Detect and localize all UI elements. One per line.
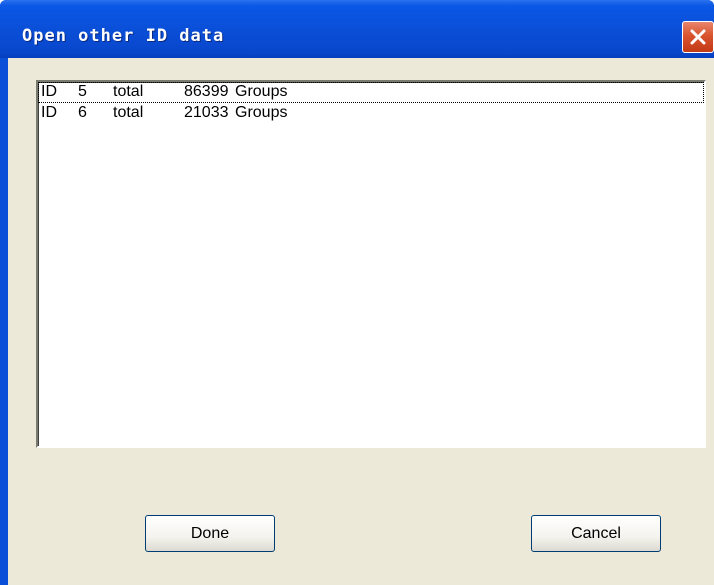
id-value: 6 [78, 104, 87, 121]
cancel-button[interactable]: Cancel [531, 515, 661, 552]
id-label: ID [41, 83, 57, 100]
close-icon [690, 29, 706, 45]
id-data-listbox[interactable]: ID 5 total 86399 Groups ID 6 total 21033… [36, 80, 706, 448]
group-unit: Groups [235, 83, 288, 100]
title-bar[interactable]: Open other ID data [0, 0, 714, 58]
list-item[interactable]: ID 6 total 21033 Groups [38, 103, 704, 124]
dialog-window: Open other ID data ID 5 total 86399 Grou… [0, 0, 714, 585]
id-value: 5 [78, 83, 87, 100]
group-count: 86399 [184, 83, 229, 100]
id-label: ID [41, 104, 57, 121]
done-button[interactable]: Done [145, 515, 275, 552]
close-button[interactable] [682, 21, 714, 53]
total-label: total [113, 104, 144, 121]
total-label: total [113, 83, 144, 100]
dialog-body: ID 5 total 86399 Groups ID 6 total 21033… [8, 58, 714, 585]
dialog-title: Open other ID data [22, 26, 225, 46]
group-count: 21033 [184, 104, 229, 121]
list-item[interactable]: ID 5 total 86399 Groups [38, 82, 704, 103]
group-unit: Groups [235, 104, 288, 121]
